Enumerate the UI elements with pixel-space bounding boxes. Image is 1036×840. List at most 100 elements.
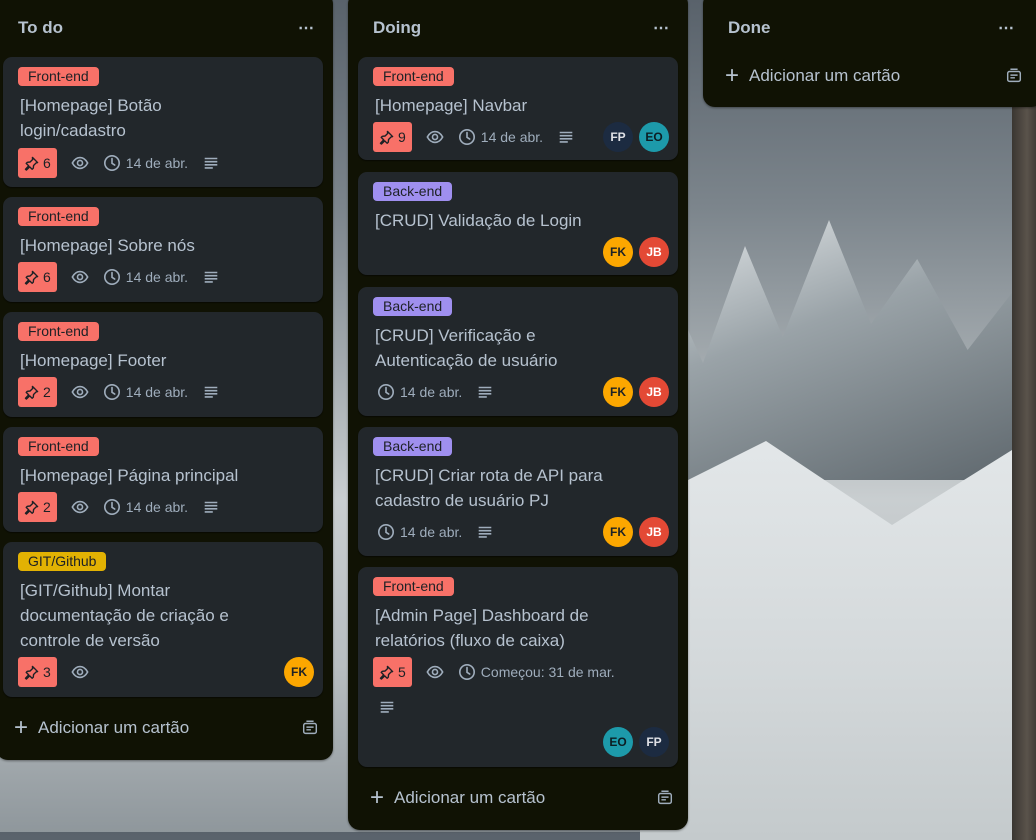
description-icon: [476, 523, 494, 541]
avatar[interactable]: FK: [603, 517, 633, 547]
avatar[interactable]: FP: [639, 727, 669, 757]
due-date-badge[interactable]: 14 de abr.: [103, 383, 188, 401]
clock-icon: [377, 523, 395, 541]
votes-badge[interactable]: 6: [18, 262, 57, 292]
card-label: Front-end: [18, 322, 99, 341]
eye-icon: [71, 268, 89, 286]
card[interactable]: Front-end [Admin Page] Dashboard de rela…: [358, 567, 678, 767]
card-title: [Admin Page] Dashboard de relatórios (fl…: [375, 606, 589, 650]
card-badges: 2 14 de abr.: [18, 377, 220, 407]
description-badge: [476, 523, 494, 541]
add-card-label: Adicionar um cartão: [38, 718, 190, 737]
description-badge: [476, 383, 494, 401]
card[interactable]: Front-end [Homepage] Página principal 2 …: [3, 427, 323, 532]
due-date: 14 de abr.: [125, 499, 189, 515]
votes-count: 9: [398, 129, 406, 145]
start-date-badge[interactable]: Começou: 31 de mar.: [458, 663, 615, 681]
votes-count: 5: [398, 664, 406, 680]
description-icon: [202, 268, 220, 286]
card[interactable]: Front-end [Homepage] Botão login/cadastr…: [3, 57, 323, 187]
avatar[interactable]: JB: [639, 237, 669, 267]
list-doing: Doing ⋯ Front-end [Homepage] Navbar 9 14…: [348, 0, 688, 830]
votes-badge[interactable]: 9: [373, 122, 412, 152]
list-done: Done ⋯ + Adicionar um cartão: [703, 0, 1036, 107]
due-date-badge[interactable]: 14 de abr.: [103, 498, 188, 516]
votes-badge[interactable]: 5: [373, 657, 412, 687]
card[interactable]: Back-end [CRUD] Criar rota de API para c…: [358, 427, 678, 556]
list-title[interactable]: Done: [728, 18, 771, 38]
avatar[interactable]: JB: [639, 517, 669, 547]
clock-icon: [103, 268, 121, 286]
card-label: Back-end: [373, 297, 453, 316]
votes-badge[interactable]: 2: [18, 377, 57, 407]
votes-badge[interactable]: 3: [18, 657, 57, 687]
list-title[interactable]: Doing: [373, 18, 421, 38]
card[interactable]: Back-end [CRUD] Validação de Login FK JB: [358, 172, 678, 275]
add-card-button[interactable]: + Adicionar um cartão: [370, 784, 674, 811]
due-date: 14 de abr.: [125, 155, 189, 171]
description-icon: [557, 128, 575, 146]
pin-icon: [379, 130, 394, 145]
clock-icon: [458, 663, 476, 681]
due-date-badge[interactable]: 14 de abr.: [377, 383, 462, 401]
card-title: [GIT/Github] Montar documentação de cria…: [20, 581, 229, 650]
description-badge: [378, 698, 396, 716]
list-menu-icon[interactable]: ⋯: [998, 18, 1015, 38]
due-date: 14 de abr.: [400, 524, 463, 540]
description-badge: [202, 154, 220, 172]
plus-icon: +: [14, 714, 29, 741]
votes-count: 3: [43, 664, 51, 680]
list-to-do: To do ⋯ Front-end [Homepage] Botão login…: [0, 0, 333, 760]
start-date: Começou: 31 de mar.: [480, 664, 615, 680]
avatar[interactable]: JB: [639, 377, 669, 407]
card[interactable]: Front-end [Homepage] Sobre nós 6 14 de a…: [3, 197, 323, 302]
clock-icon: [458, 128, 476, 146]
card-template-icon[interactable]: [1005, 67, 1023, 85]
description-badge: [202, 268, 220, 286]
votes-badge[interactable]: 6: [18, 148, 57, 178]
card-members: FP EO: [603, 122, 669, 152]
avatar[interactable]: FK: [603, 377, 633, 407]
card-members: FK JB: [603, 517, 669, 547]
card-label: Front-end: [373, 67, 454, 86]
votes-badge[interactable]: 2: [18, 492, 57, 522]
eye-icon: [71, 663, 89, 681]
due-date-badge[interactable]: 14 de abr.: [458, 128, 543, 146]
list-header: Done ⋯: [703, 0, 1036, 56]
card-badges: 14 de abr.: [373, 377, 494, 407]
avatar[interactable]: FK: [284, 657, 314, 687]
list-title[interactable]: To do: [18, 18, 63, 38]
avatar[interactable]: EO: [639, 122, 669, 152]
watching-badge: [426, 663, 444, 681]
add-card-label: Adicionar um cartão: [749, 66, 901, 85]
due-date-badge[interactable]: 14 de abr.: [103, 154, 188, 172]
card-template-icon[interactable]: [656, 789, 674, 807]
avatar[interactable]: EO: [603, 727, 633, 757]
card[interactable]: Front-end [Homepage] Footer 2 14 de abr.: [3, 312, 323, 417]
card-members: FK JB: [603, 377, 669, 407]
card-title: [Homepage] Sobre nós: [20, 236, 195, 255]
list-menu-icon[interactable]: ⋯: [298, 18, 315, 38]
add-card-button[interactable]: + Adicionar um cartão: [14, 714, 319, 741]
avatar[interactable]: FK: [603, 237, 633, 267]
clock-icon: [103, 154, 121, 172]
avatar[interactable]: FP: [603, 122, 633, 152]
description-icon: [202, 498, 220, 516]
add-card-button[interactable]: + Adicionar um cartão: [725, 62, 1023, 89]
due-date-badge[interactable]: 14 de abr.: [103, 268, 188, 286]
background-mountain: [640, 220, 1036, 480]
votes-count: 6: [43, 155, 51, 171]
watching-badge: [426, 128, 444, 146]
card[interactable]: Back-end [CRUD] Verificação e Autenticaç…: [358, 287, 678, 416]
list-menu-icon[interactable]: ⋯: [653, 18, 670, 38]
due-date-badge[interactable]: 14 de abr.: [377, 523, 462, 541]
card-badges-row2: [373, 692, 396, 722]
card[interactable]: GIT/Github [GIT/Github] Montar documenta…: [3, 542, 323, 697]
plus-icon: +: [370, 784, 385, 811]
eye-icon: [71, 154, 89, 172]
plus-icon: +: [725, 62, 740, 89]
card[interactable]: Front-end [Homepage] Navbar 9 14 de abr.…: [358, 57, 678, 160]
watching-badge: [71, 663, 89, 681]
card-template-icon[interactable]: [301, 719, 319, 737]
card-label: Front-end: [18, 437, 99, 456]
